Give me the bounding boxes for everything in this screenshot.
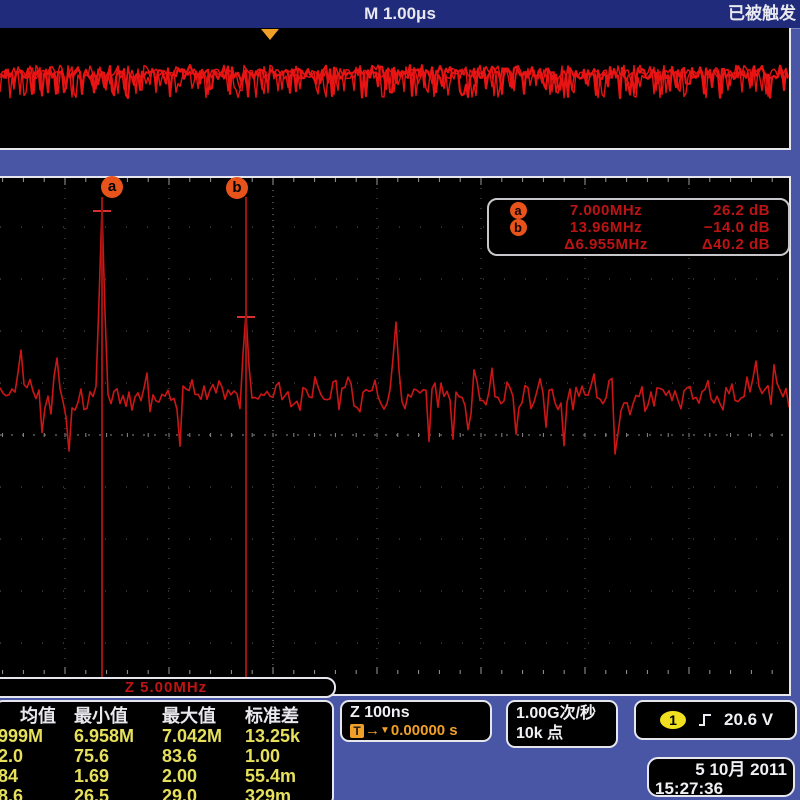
record-length-value: 10k 点 xyxy=(516,724,616,744)
meas-cell: 13.25k xyxy=(245,726,333,746)
trigger-status-label: 已被触发 xyxy=(728,0,796,27)
measurements-box: 均值 最小值 最大值 标准差 999M 6.958M 7.042M 13.25k… xyxy=(0,700,334,800)
rising-edge-icon xyxy=(698,712,712,728)
zoom-timebase-box: Z 100ns T → ▼ 0.00000 s xyxy=(340,700,492,742)
spectrum-panel: a b a 7.000MHz 26.2 dB b 13.96MHz −14.0 … xyxy=(0,176,791,696)
channel-1-badge[interactable]: 1 xyxy=(660,711,686,729)
meas-cell: 2.0 xyxy=(0,746,74,766)
meas-cell: 7.042M xyxy=(162,726,245,746)
trigger-position-value: 0.00000 s xyxy=(391,722,458,740)
meas-cell: 329m xyxy=(245,786,333,800)
cursor-b-level: −14.0 dB xyxy=(665,219,788,236)
meas-cell: 1.00 xyxy=(245,746,333,766)
cursor-delta-level: Δ40.2 dB xyxy=(665,236,788,253)
cursor-b-line[interactable] xyxy=(245,197,247,677)
meas-header-stddev: 标准差 xyxy=(245,706,333,726)
trigger-position-marker-icon[interactable] xyxy=(261,29,279,40)
meas-cell: 8.6 xyxy=(0,786,74,800)
meas-cell: 55.4m xyxy=(245,766,333,786)
cursor-a-frequency: 7.000MHz xyxy=(547,202,665,219)
date-value: 5 10月 2011 xyxy=(655,760,787,779)
title-bar: M 1.00μs 已被触发 xyxy=(0,0,800,29)
measurements-table: 均值 最小值 最大值 标准差 999M 6.958M 7.042M 13.25k… xyxy=(0,706,332,800)
meas-header-min: 最小值 xyxy=(74,706,162,726)
cursor-readout-box: a 7.000MHz 26.2 dB b 13.96MHz −14.0 dB Δ… xyxy=(487,198,790,256)
cursor-a-level: 26.2 dB xyxy=(665,202,788,219)
meas-cell: 999M xyxy=(0,726,74,746)
meas-cell: 29.0 xyxy=(162,786,245,800)
meas-cell: 6.958M xyxy=(74,726,162,746)
datetime-box: 5 10月 2011 15:27:36 xyxy=(647,757,795,797)
arrow-icon: → xyxy=(365,722,380,740)
trigger-level-value: 20.6 V xyxy=(724,710,773,730)
cursor-a-line[interactable] xyxy=(101,197,103,677)
time-value: 15:27:36 xyxy=(655,779,787,798)
delta-spacer xyxy=(510,236,527,253)
timebase-readout: M 1.00μs xyxy=(0,0,800,27)
trigger-t-icon: T xyxy=(350,724,364,738)
cursor-readout-row-delta: Δ6.955MHz Δ40.2 dB xyxy=(489,236,788,253)
cursor-delta-frequency: Δ6.955MHz xyxy=(547,236,665,253)
zoom-frequency-text: Z 5.00MHz xyxy=(125,679,207,696)
oscilloscope-screen: M 1.00μs 已被触发 a b a 7.000MHz 26.2 dB b 1… xyxy=(0,0,800,800)
meas-cell: 75.6 xyxy=(74,746,162,766)
sample-rate-value: 1.00G次/秒 xyxy=(516,704,616,724)
trigger-position-readout: T → ▼ 0.00000 s xyxy=(350,722,490,740)
marker-a-badge[interactable]: a xyxy=(101,176,123,198)
meas-header-max: 最大值 xyxy=(162,706,245,726)
cursor-b-frequency: 13.96MHz xyxy=(547,219,665,236)
marker-a-icon: a xyxy=(510,202,527,219)
meas-cell: 84 xyxy=(0,766,74,786)
meas-cell: 1.69 xyxy=(74,766,162,786)
meas-cell: 83.6 xyxy=(162,746,245,766)
cursor-readout-row-a: a 7.000MHz 26.2 dB xyxy=(489,202,788,219)
time-waveform-panel xyxy=(0,28,791,150)
acquisition-box: 1.00G次/秒 10k 点 xyxy=(506,700,618,748)
marker-b-badge[interactable]: b xyxy=(226,177,248,199)
time-waveform-trace xyxy=(0,28,789,148)
trigger-source-box: 1 20.6 V xyxy=(634,700,797,740)
cursor-readout-row-b: b 13.96MHz −14.0 dB xyxy=(489,219,788,236)
meas-cell: 2.00 xyxy=(162,766,245,786)
marker-b-icon: b xyxy=(510,219,527,236)
meas-header-mean: 均值 xyxy=(0,706,74,726)
meas-cell: 26.5 xyxy=(74,786,162,800)
trigger-marker-icon: ▼ xyxy=(380,722,390,740)
zoom-frequency-label: Z 5.00MHz xyxy=(0,677,336,698)
zoom-timebase-value: Z 100ns xyxy=(350,704,490,722)
